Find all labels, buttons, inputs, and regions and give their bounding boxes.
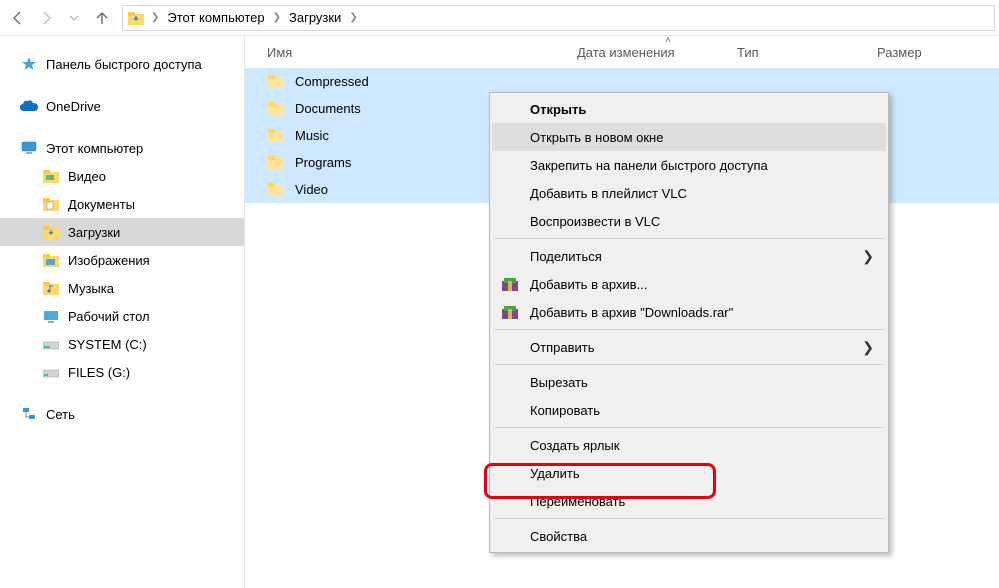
- chevron-right-icon: ❯: [349, 12, 357, 23]
- breadcrumb-downloads[interactable]: Загрузки: [283, 6, 347, 30]
- sidebar-item-onedrive[interactable]: OneDrive: [0, 92, 244, 120]
- sidebar-item-drive-c[interactable]: SYSTEM (C:): [0, 330, 244, 358]
- context-menu-separator: [494, 238, 884, 239]
- downloads-folder-icon: [42, 224, 60, 240]
- address-bar[interactable]: ❯ Этот компьютер ❯ Загрузки ❯: [122, 5, 995, 31]
- sidebar-item-documents[interactable]: Документы: [0, 190, 244, 218]
- folder-icon: [267, 155, 285, 171]
- context-menu-separator: [494, 329, 884, 330]
- sidebar-item-downloads[interactable]: Загрузки: [0, 218, 244, 246]
- winrar-icon: [500, 274, 520, 294]
- context-menu-delete[interactable]: Удалить: [492, 459, 886, 487]
- context-menu-vlc-play[interactable]: Воспроизвести в VLC: [492, 207, 886, 235]
- chevron-right-icon: ❯: [862, 339, 874, 356]
- nav-toolbar: ❯ Этот компьютер ❯ Загрузки ❯: [0, 0, 999, 36]
- sidebar-item-desktop[interactable]: Рабочий стол: [0, 302, 244, 330]
- sidebar-item-label: Музыка: [68, 281, 114, 296]
- column-header-size[interactable]: Размер: [865, 36, 975, 68]
- file-row[interactable]: Compressed: [245, 68, 999, 95]
- context-menu-add-to-archive[interactable]: Добавить в архив...: [492, 270, 886, 298]
- context-menu-send-to[interactable]: Отправить ❯: [492, 333, 886, 361]
- file-name: Compressed: [295, 74, 369, 89]
- sidebar-item-music[interactable]: Музыка: [0, 274, 244, 302]
- recent-dropdown[interactable]: [60, 4, 88, 32]
- file-name: Music: [295, 128, 329, 143]
- forward-button[interactable]: [32, 4, 60, 32]
- context-menu-label: Добавить в архив "Downloads.rar": [530, 305, 733, 320]
- chevron-right-icon: ❯: [273, 12, 281, 23]
- downloads-folder-icon: [127, 9, 145, 27]
- back-button[interactable]: [4, 4, 32, 32]
- sidebar-item-pictures[interactable]: Изображения: [0, 246, 244, 274]
- context-menu-separator: [494, 364, 884, 365]
- sort-indicator-icon: ˄: [665, 35, 671, 46]
- context-menu-properties[interactable]: Свойства: [492, 522, 886, 550]
- sidebar-item-label: Изображения: [68, 253, 150, 268]
- chevron-right-icon: ❯: [862, 248, 874, 265]
- video-folder-icon: [42, 168, 60, 184]
- context-menu-label: Добавить в архив...: [530, 277, 647, 292]
- sidebar-item-videos[interactable]: Видео: [0, 162, 244, 190]
- sidebar-item-label: OneDrive: [46, 99, 101, 114]
- sidebar-item-label: Панель быстрого доступа: [46, 57, 202, 72]
- context-menu-add-to-archive-named[interactable]: Добавить в архив "Downloads.rar": [492, 298, 886, 326]
- nav-tree: Панель быстрого доступа OneDrive Этот ко…: [0, 36, 245, 588]
- documents-folder-icon: [42, 196, 60, 212]
- sidebar-item-label: Сеть: [46, 407, 75, 422]
- folder-icon: [267, 128, 285, 144]
- column-header-date[interactable]: Дата изменения: [565, 36, 725, 68]
- context-menu-rename[interactable]: Переименовать: [492, 487, 886, 515]
- folder-icon: [267, 182, 285, 198]
- column-header-name[interactable]: Имя: [245, 36, 565, 68]
- sidebar-item-quick-access[interactable]: Панель быстрого доступа: [0, 50, 244, 78]
- context-menu-copy[interactable]: Копировать: [492, 396, 886, 424]
- music-folder-icon: [42, 280, 60, 296]
- drive-icon: [42, 364, 60, 380]
- column-header-type[interactable]: Тип: [725, 36, 865, 68]
- sidebar-item-label: Документы: [68, 197, 135, 212]
- sidebar-item-this-pc[interactable]: Этот компьютер: [0, 134, 244, 162]
- context-menu-pin-quick-access[interactable]: Закрепить на панели быстрого доступа: [492, 151, 886, 179]
- context-menu-vlc-add-playlist[interactable]: Добавить в плейлист VLC: [492, 179, 886, 207]
- column-headers: ˄ Имя Дата изменения Тип Размер: [245, 36, 999, 68]
- context-menu-open[interactable]: Открыть: [492, 95, 886, 123]
- file-name: Documents: [295, 101, 361, 116]
- sidebar-item-network[interactable]: Сеть: [0, 400, 244, 428]
- breadcrumb-this-pc[interactable]: Этот компьютер: [161, 6, 270, 30]
- chevron-right-icon: ❯: [151, 12, 159, 23]
- desktop-icon: [42, 308, 60, 324]
- star-icon: [20, 56, 38, 72]
- drive-icon: [42, 336, 60, 352]
- context-menu: Открыть Открыть в новом окне Закрепить н…: [489, 92, 889, 553]
- sidebar-item-label: Загрузки: [68, 225, 120, 240]
- computer-icon: [20, 140, 38, 156]
- sidebar-item-drive-g[interactable]: FILES (G:): [0, 358, 244, 386]
- context-menu-share[interactable]: Поделиться ❯: [492, 242, 886, 270]
- sidebar-item-label: Этот компьютер: [46, 141, 143, 156]
- folder-icon: [267, 74, 285, 90]
- file-name: Programs: [295, 155, 351, 170]
- sidebar-item-label: Рабочий стол: [68, 309, 150, 324]
- sidebar-item-label: FILES (G:): [68, 365, 130, 380]
- context-menu-open-new-window[interactable]: Открыть в новом окне: [492, 123, 886, 151]
- winrar-icon: [500, 302, 520, 322]
- context-menu-label: Отправить: [530, 340, 594, 355]
- pictures-folder-icon: [42, 252, 60, 268]
- context-menu-label: Поделиться: [530, 249, 602, 264]
- context-menu-separator: [494, 518, 884, 519]
- sidebar-item-label: SYSTEM (C:): [68, 337, 147, 352]
- context-menu-separator: [494, 427, 884, 428]
- sidebar-item-label: Видео: [68, 169, 106, 184]
- file-name: Video: [295, 182, 328, 197]
- up-button[interactable]: [88, 4, 116, 32]
- folder-icon: [267, 101, 285, 117]
- context-menu-cut[interactable]: Вырезать: [492, 368, 886, 396]
- onedrive-icon: [20, 98, 38, 114]
- context-menu-create-shortcut[interactable]: Создать ярлык: [492, 431, 886, 459]
- network-icon: [20, 406, 38, 422]
